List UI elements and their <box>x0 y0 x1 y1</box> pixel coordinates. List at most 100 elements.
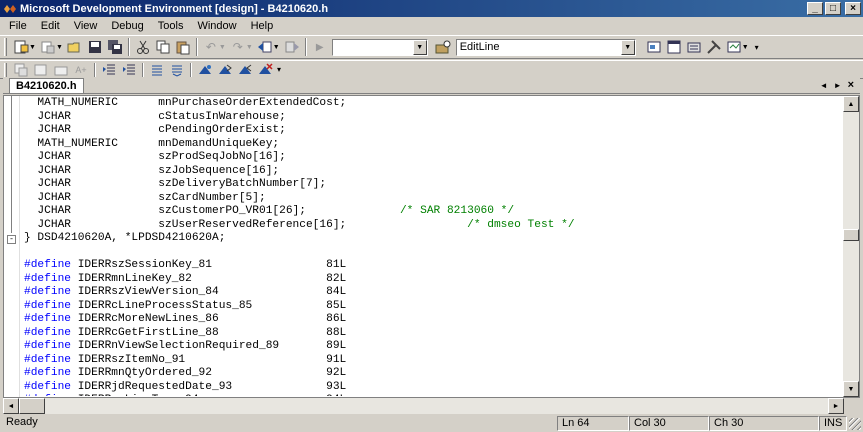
chevron-down-icon[interactable]: ▼ <box>412 39 427 55</box>
toolbar-overflow-icon[interactable]: ▾ <box>277 65 281 74</box>
menu-window[interactable]: Window <box>190 17 243 35</box>
display-quick-info-icon[interactable] <box>51 60 71 80</box>
code-line[interactable]: JCHAR szJobSequence[16]; <box>24 165 279 179</box>
code-line[interactable]: #define IDERRszSessionKey_81 81L <box>24 259 346 273</box>
save-icon[interactable] <box>85 37 105 57</box>
cut-icon[interactable] <box>133 37 153 57</box>
keyword-define: #define <box>24 380 71 393</box>
code-line[interactable]: #define IDERRcLineProcessStatus_85 85L <box>24 300 346 314</box>
code-line[interactable]: #define IDERRjdRequestedDate_93 93L <box>24 381 346 395</box>
code-line[interactable]: JCHAR cPendingOrderExist; <box>24 124 285 138</box>
code-line[interactable]: JCHAR szCardNumber[5]; <box>24 192 265 206</box>
status-char: Ch 30 <box>709 416 819 431</box>
tab-scroll-right-icon[interactable]: ► <box>834 78 842 93</box>
save-all-icon[interactable] <box>105 37 125 57</box>
tools-icon[interactable] <box>704 37 724 57</box>
code-line[interactable]: #define IDERRmnQtyOrdered_92 92L <box>24 367 346 381</box>
solution-config-combo[interactable]: ▼ <box>331 38 428 56</box>
code-line[interactable]: } DSD4210620A, *LPDSD4210620A; <box>24 232 225 246</box>
code-text: IDERRszItemNo_91 91L <box>71 353 347 366</box>
add-item-icon[interactable] <box>38 37 58 57</box>
undo-icon[interactable]: ↶ <box>201 37 221 57</box>
status-insert-mode: INS <box>819 416 847 431</box>
code-text: IDERRmnLineKey_82 82L <box>71 272 347 285</box>
navigate-backward-icon[interactable] <box>255 37 275 57</box>
decrease-indent-icon[interactable] <box>99 60 119 80</box>
ide-window: Microsoft Development Environment [desig… <box>0 0 863 432</box>
scroll-right-button[interactable]: ► <box>828 398 844 414</box>
redo-icon[interactable]: ↷ <box>228 37 248 57</box>
tab-scroll-left-icon[interactable]: ◄ <box>820 78 828 93</box>
code-line[interactable]: #define IDERRmnLineKey_82 82L <box>24 273 346 287</box>
toolbar-separator <box>304 38 307 56</box>
title-bar[interactable]: Microsoft Development Environment [desig… <box>0 0 863 17</box>
close-document-icon[interactable]: × <box>848 78 854 93</box>
toolbar-grip[interactable] <box>4 62 7 77</box>
paste-icon[interactable] <box>173 37 193 57</box>
next-bookmark-icon[interactable] <box>215 60 235 80</box>
vertical-scrollbar[interactable]: ▲ ▼ <box>843 96 859 397</box>
scroll-left-button[interactable]: ◄ <box>3 398 19 414</box>
solution-explorer-icon[interactable] <box>644 37 664 57</box>
code-line[interactable]: JCHAR szProdSeqJobNo[16]; <box>24 151 285 165</box>
toggle-bookmark-icon[interactable] <box>195 60 215 80</box>
chevron-down-icon[interactable]: ▼ <box>620 39 635 55</box>
menu-file[interactable]: File <box>2 17 34 35</box>
copy-icon[interactable] <box>153 37 173 57</box>
start-debug-icon[interactable]: ▶ <box>310 37 330 57</box>
increase-indent-icon[interactable] <box>119 60 139 80</box>
navigate-forward-icon[interactable] <box>282 37 302 57</box>
collapse-toggle-icon[interactable]: - <box>7 235 16 244</box>
scroll-up-button[interactable]: ▲ <box>843 96 859 112</box>
toolbox-icon[interactable] <box>684 37 704 57</box>
code-line[interactable]: MATH_NUMERIC mnPurchaseOrderExtendedCost… <box>24 97 346 111</box>
code-line[interactable]: #define IDERRszItemNo_91 91L <box>24 354 346 368</box>
scrollbar-corner <box>844 398 860 414</box>
display-object-members-icon[interactable] <box>11 60 31 80</box>
status-line: Ln 64 <box>557 416 629 431</box>
tab-b4210620-h[interactable]: B4210620.h <box>9 78 84 93</box>
open-folder-icon[interactable] <box>65 37 85 57</box>
new-project-icon[interactable] <box>11 37 31 57</box>
code-line[interactable]: #define IDERRnViewSelectionRequired_89 8… <box>24 340 346 354</box>
code-line[interactable]: JCHAR szUserReservedReference[16]; /* dm… <box>24 219 574 233</box>
keyword-define: #define <box>24 340 71 352</box>
minimize-button[interactable]: _ <box>807 2 823 15</box>
code-text: JCHAR szDeliveryBatchNumber[7]; <box>24 178 327 190</box>
menu-edit[interactable]: Edit <box>34 17 67 35</box>
clear-bookmarks-icon[interactable] <box>255 60 275 80</box>
properties-icon[interactable] <box>664 37 684 57</box>
code-line[interactable]: JCHAR szDeliveryBatchNumber[7]; <box>24 178 326 192</box>
find-in-files-icon[interactable] <box>434 37 454 57</box>
comment-lines-icon[interactable] <box>147 60 167 80</box>
code-editor[interactable]: - MATH_NUMERIC mnPurchaseOrderExtendedCo… <box>3 95 860 398</box>
code-line[interactable]: MATH_NUMERIC mnDemandUniqueKey; <box>24 138 279 152</box>
find-combo[interactable]: EditLine ▼ <box>455 38 636 56</box>
object-browser-icon[interactable] <box>724 37 744 57</box>
toolbar-overflow-icon[interactable]: ▾ <box>755 43 759 52</box>
code-line[interactable]: #define IDERRszViewVersion_84 84L <box>24 286 346 300</box>
resize-grip-icon[interactable] <box>849 418 861 430</box>
uncomment-lines-icon[interactable] <box>167 60 187 80</box>
close-button[interactable]: × <box>845 2 861 15</box>
maximize-button[interactable]: □ <box>825 2 841 15</box>
complete-word-icon[interactable]: A+ <box>71 60 91 80</box>
keyword-define: #define <box>24 299 71 312</box>
previous-bookmark-icon[interactable] <box>235 60 255 80</box>
code-line[interactable]: #define IDERRcMoreNewLines_86 86L <box>24 313 346 327</box>
vertical-scroll-thumb[interactable] <box>843 229 859 241</box>
code-line[interactable]: JCHAR szCustomerPO_VR01[26]; /* SAR 8213… <box>24 205 514 219</box>
horizontal-scroll-thumb[interactable] <box>19 398 45 414</box>
toolbar-grip[interactable] <box>4 38 7 56</box>
code-line[interactable]: #define IDERRszLineType_94 94L <box>24 394 346 396</box>
scroll-down-button[interactable]: ▼ <box>843 381 859 397</box>
display-parameter-info-icon[interactable] <box>31 60 51 80</box>
menu-help[interactable]: Help <box>244 17 281 35</box>
horizontal-scrollbar[interactable]: ◄ ► <box>3 398 844 414</box>
menu-debug[interactable]: Debug <box>104 17 150 35</box>
code-line[interactable]: #define IDERRcGetFirstLine_88 88L <box>24 327 346 341</box>
code-text-area[interactable]: MATH_NUMERIC mnPurchaseOrderExtendedCost… <box>24 97 839 396</box>
menu-tools[interactable]: Tools <box>151 17 191 35</box>
code-line[interactable]: JCHAR cStatusInWarehouse; <box>24 111 285 125</box>
menu-view[interactable]: View <box>67 17 105 35</box>
